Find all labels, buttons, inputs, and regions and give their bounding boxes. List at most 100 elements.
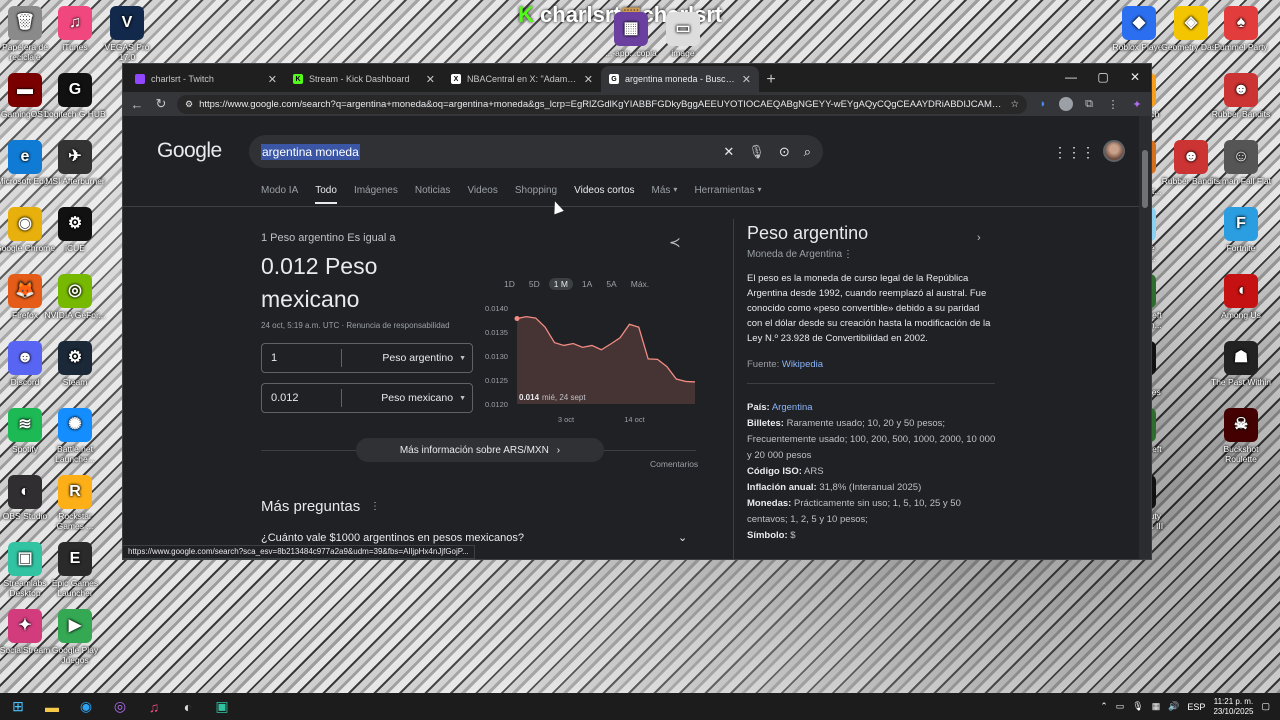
desktop-shortcut[interactable]: ▶ Google Play Juegos — [44, 609, 106, 665]
range-tab[interactable]: Máx. — [631, 279, 649, 289]
file-explorer-icon[interactable]: ▬ — [42, 697, 62, 717]
microphone-icon[interactable]: 🎙 — [1132, 701, 1143, 712]
scrollbar-thumb[interactable] — [1142, 150, 1148, 208]
search-box[interactable]: argentina moneda ✕ 🎙 ⊙ ⌕ — [249, 135, 823, 168]
chevron-down-icon[interactable]: ▼ — [459, 355, 472, 362]
more-options-icon[interactable]: ⋮ — [370, 501, 380, 512]
profile-icon[interactable] — [1059, 97, 1073, 111]
browser-tab[interactable]: X NBACentral en X: "Adam Silver sa ✕ — [443, 66, 601, 92]
desktop-shortcut[interactable]: ◎ NVIDIA GeFor... — [44, 274, 106, 320]
url-field[interactable]: ⚙ https://www.google.com/search?q=argent… — [177, 94, 1027, 114]
clock[interactable]: 11:21 p. m. 23/10/2025 — [1213, 697, 1253, 717]
range-tab[interactable]: 1 M — [548, 278, 573, 290]
desktop-shortcut[interactable]: ☻ Rubber Bandits — [1210, 73, 1272, 119]
from-currency-field[interactable]: 1 Peso argentino ▼ — [261, 343, 473, 373]
desktop-shortcut[interactable]: ☠ Buckshot Roulette — [1210, 408, 1272, 464]
close-tab-icon[interactable]: ✕ — [426, 73, 435, 86]
desktop-shortcut[interactable]: ▭ image — [652, 12, 714, 58]
search-tab-más[interactable]: Más — [652, 185, 671, 204]
search-tab-videos[interactable]: Videos — [467, 185, 497, 204]
messenger-icon[interactable]: ◎ — [110, 697, 130, 717]
close-tab-icon[interactable]: ✕ — [268, 73, 277, 86]
search-tab-todo[interactable]: Todo — [315, 185, 337, 204]
more-options-icon[interactable]: ⋮ — [843, 249, 853, 260]
search-tab-imágenes[interactable]: Imágenes — [354, 185, 398, 204]
desktop-shortcut[interactable]: ☗ The Past Within — [1210, 341, 1272, 387]
chevron-down-icon[interactable]: ▼ — [459, 395, 472, 402]
microphone-icon[interactable]: 🎙 — [748, 144, 765, 160]
to-currency-select[interactable]: Peso mexicano — [342, 392, 459, 404]
browser-tab[interactable]: K Stream - Kick Dashboard ✕ — [285, 66, 443, 92]
desktop-shortcut[interactable]: R Rockstar Games ... — [44, 475, 106, 531]
itunes-icon[interactable]: ♫ — [144, 697, 164, 717]
close-tab-icon[interactable]: ✕ — [584, 73, 593, 86]
streamlabs-icon[interactable]: ▣ — [212, 697, 232, 717]
bookmark-star-icon[interactable]: ☆ — [1010, 99, 1019, 110]
browser-tab[interactable]: Gargentina moneda - Buscar con G ✕ — [601, 66, 759, 92]
desktop-shortcut[interactable]: ⚙ iCUE — [44, 207, 106, 253]
exchange-rate-chart[interactable]: 0.0140 0.0135 0.0130 0.0125 0.0120 0.014 mié, … — [483, 300, 703, 430]
search-tab-noticias[interactable]: Noticias — [415, 185, 451, 204]
search-tab-videos-cortos[interactable]: Videos cortos — [574, 185, 634, 204]
extensions-puzzle-icon[interactable]: ⧉ — [1081, 98, 1097, 111]
desktop-shortcut[interactable]: G Logitech G HUB — [44, 73, 106, 119]
apps-grid-icon[interactable]: ⋮⋮⋮ — [1053, 144, 1095, 161]
extension-icon[interactable]: ◗ — [1035, 98, 1051, 110]
wikipedia-link[interactable]: Wikipedia — [782, 359, 823, 370]
search-tab-shopping[interactable]: Shopping — [515, 185, 557, 204]
desktop-shortcut[interactable]: ✈ MSI Afterburner — [44, 140, 106, 186]
google-logo[interactable]: Google — [157, 139, 222, 163]
network-icon[interactable]: ▦ — [1152, 701, 1161, 712]
fact-value[interactable]: Argentina — [772, 402, 813, 413]
more-info-button[interactable]: Más información sobre ARS/MXN › — [356, 438, 604, 462]
menu-dots-icon[interactable]: ⋮ — [1105, 98, 1121, 111]
desktop-shortcut[interactable]: ♠ Pummel Party — [1210, 6, 1272, 52]
copilot-icon[interactable]: ✦ — [1129, 98, 1145, 111]
search-query[interactable]: argentina moneda — [261, 143, 360, 160]
desktop-shortcut[interactable]: ✺ Battle.net Launche... — [44, 408, 106, 464]
to-amount-input[interactable]: 0.012 — [262, 389, 342, 407]
page-scrollbar[interactable] — [1139, 116, 1151, 559]
search-tab-herramientas[interactable]: Herramientas — [694, 185, 754, 204]
new-tab-button[interactable]: + — [759, 68, 783, 92]
back-icon[interactable]: ← — [129, 97, 145, 112]
range-tab[interactable]: 1D — [504, 279, 515, 289]
share-icon[interactable]: ≺ — [669, 234, 681, 251]
chevron-right-icon[interactable]: › — [977, 232, 981, 244]
desktop-shortcut[interactable]: F Fortnite — [1210, 207, 1272, 253]
range-tab[interactable]: 5A — [606, 279, 616, 289]
search-icon[interactable]: ⌕ — [804, 144, 811, 160]
search-tab-modo-ia[interactable]: Modo IA — [261, 185, 298, 204]
from-amount-input[interactable]: 1 — [262, 349, 342, 367]
desktop-shortcut[interactable]: ◖ Among Us — [1210, 274, 1272, 320]
desktop-shortcut[interactable]: E Epic Games Launcher — [44, 542, 106, 598]
windows-start-icon[interactable]: ⊞ — [8, 697, 28, 717]
avatar[interactable] — [1103, 140, 1125, 162]
close-window-icon[interactable]: ✕ — [1119, 64, 1151, 90]
feedback-link[interactable]: Comentarios — [650, 459, 698, 469]
reload-icon[interactable]: ↻ — [153, 96, 169, 112]
question-item[interactable]: ¿Cuánto vale $1000 argentinos en pesos m… — [261, 532, 524, 544]
to-currency-field[interactable]: 0.012 Peso mexicano ▼ — [261, 383, 473, 413]
browser-tab[interactable]: charlsrt - Twitch ✕ — [127, 66, 285, 92]
from-currency-select[interactable]: Peso argentino — [342, 352, 459, 364]
volume-icon[interactable]: 🔊 — [1168, 701, 1179, 712]
site-info-icon[interactable]: ⚙ — [185, 99, 193, 110]
chevron-up-icon[interactable]: ⌃ — [1100, 701, 1108, 712]
clear-search-icon[interactable]: ✕ — [723, 144, 734, 160]
chevron-down-icon[interactable]: ⌄ — [678, 531, 687, 544]
close-tab-icon[interactable]: ✕ — [742, 73, 751, 86]
desktop-shortcut[interactable]: ⚙ Steam — [44, 341, 106, 387]
maximize-icon[interactable]: ▢ — [1087, 64, 1119, 90]
lens-icon[interactable]: ⊙ — [779, 144, 790, 160]
edge-icon[interactable]: ◉ — [76, 697, 96, 717]
minimize-icon[interactable]: — — [1055, 64, 1087, 90]
gaming-icon[interactable]: ▭ — [1116, 701, 1125, 712]
obs-icon[interactable]: ◐ — [178, 697, 198, 717]
range-tab[interactable]: 5D — [529, 279, 540, 289]
converter-meta[interactable]: 24 oct, 5:19 a.m. UTC · Renuncia de resp… — [261, 321, 450, 330]
language-indicator[interactable]: ESP — [1187, 702, 1205, 712]
desktop-shortcut[interactable]: ☻ Rubber Bandits — [1160, 140, 1222, 186]
notifications-icon[interactable]: ▢ — [1261, 701, 1270, 712]
desktop-shortcut[interactable]: V VEGAS Pro 17.0 — [96, 6, 158, 62]
